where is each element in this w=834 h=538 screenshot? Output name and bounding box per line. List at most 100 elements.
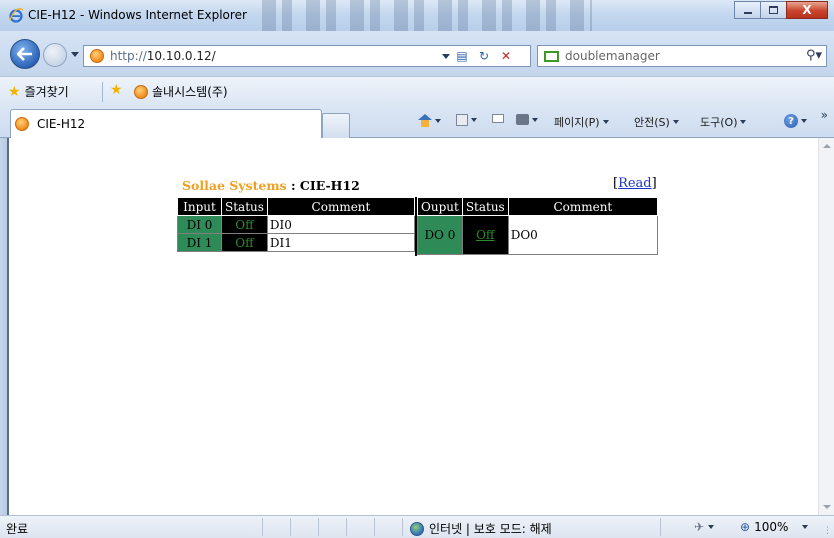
address-url[interactable]: http://10.10.0.12/ xyxy=(110,49,216,63)
read-mail-button[interactable] xyxy=(492,114,504,123)
search-input[interactable]: doublemanager xyxy=(565,49,660,63)
tools-menu-label: 도구(O) xyxy=(700,116,738,129)
feeds-button[interactable] xyxy=(456,114,477,126)
status-separator xyxy=(290,518,291,536)
back-arrow-icon xyxy=(17,47,32,61)
resize-grip-icon[interactable]: ⋮ xyxy=(823,526,832,536)
tools-menu[interactable]: 도구(O) xyxy=(700,114,747,130)
recent-pages-dropdown[interactable] xyxy=(71,52,79,57)
column-header-output: Ouput xyxy=(417,197,463,216)
safety-menu-label: 안전(S) xyxy=(634,116,670,129)
scroll-down-arrow-icon[interactable] xyxy=(823,505,831,509)
brand-name: Sollae Systems xyxy=(182,178,287,193)
tools-menu-dropdown-icon xyxy=(740,120,747,124)
url-scheme: http:// xyxy=(110,49,147,63)
table-row: DI 1 Off DI1 xyxy=(177,233,416,252)
globe-icon xyxy=(410,521,424,536)
title-bar-background xyxy=(262,0,592,31)
security-zone[interactable]: 인터넷 | 보호 모드: 해제 xyxy=(410,520,552,537)
status-separator xyxy=(402,518,403,536)
home-button[interactable] xyxy=(418,114,441,127)
minimize-icon xyxy=(743,12,752,14)
output-comment: DO0 xyxy=(507,215,659,255)
new-tab-button[interactable] xyxy=(322,113,350,138)
protected-mode-button[interactable]: ✈ xyxy=(694,520,715,534)
page-content: Sollae Systems : CIE-H12 [Read] Input St… xyxy=(9,138,818,515)
help-icon: ? xyxy=(784,114,798,128)
add-to-favorites-bar-button[interactable]: ★ xyxy=(110,83,123,97)
read-link-wrapper: [Read] xyxy=(613,176,657,191)
zoom-level: 100% xyxy=(754,520,789,534)
title-bar: CIE-H12 - Windows Internet Explorer X xyxy=(0,0,834,31)
refresh-icon[interactable]: ↻ xyxy=(476,48,492,64)
search-icon[interactable]: ⚲▾ xyxy=(806,48,822,63)
column-header-comment: Comment xyxy=(507,197,659,216)
address-bar[interactable]: http://10.10.0.12/ ▤ ↻ ✕ xyxy=(83,45,531,67)
search-box[interactable]: doublemanager ⚲▾ xyxy=(537,45,827,67)
feeds-dropdown-icon[interactable] xyxy=(471,118,477,122)
address-dropdown-icon[interactable] xyxy=(442,54,450,59)
security-zone-label: 인터넷 | 보호 모드: 해제 xyxy=(429,522,552,536)
search-provider-icon xyxy=(544,51,559,62)
minimize-button[interactable] xyxy=(734,1,760,19)
zoom-icon: ⊕ xyxy=(740,520,751,534)
output-status-cell: Off xyxy=(461,215,509,255)
favorite-link-sollae[interactable]: 솔내시스템(주) xyxy=(134,83,228,100)
column-header-status: Status xyxy=(461,197,509,216)
print-icon xyxy=(516,114,529,125)
page-menu-dropdown-icon xyxy=(602,120,609,124)
close-button[interactable]: X xyxy=(786,1,828,19)
status-separator xyxy=(374,518,375,536)
window-controls: X xyxy=(734,1,828,19)
tab-bar: CIE-H12 페이지(P) 안전(S) 도구(O) ? » xyxy=(0,106,834,138)
read-link[interactable]: Read xyxy=(618,176,652,191)
home-dropdown-icon[interactable] xyxy=(435,118,441,123)
more-commands-chevron-icon[interactable]: » xyxy=(821,108,828,122)
input-table: Input Status Comment DI 0 Off DI0 DI 1 O… xyxy=(177,197,416,252)
window-left-edge xyxy=(0,138,9,515)
page-menu[interactable]: 페이지(P) xyxy=(554,114,609,130)
help-menu[interactable]: ? xyxy=(784,114,807,128)
maximize-button[interactable] xyxy=(760,1,786,19)
column-header-comment: Comment xyxy=(266,197,416,216)
compatibility-view-icon[interactable]: ▤ xyxy=(454,48,470,64)
scroll-up-arrow-icon[interactable] xyxy=(823,144,831,148)
safety-menu[interactable]: 안전(S) xyxy=(634,114,679,130)
close-icon: X xyxy=(802,3,812,17)
vertical-scrollbar[interactable] xyxy=(818,138,834,515)
column-header-status: Status xyxy=(221,197,268,216)
back-button[interactable] xyxy=(10,39,40,69)
favorites-button[interactable]: ★ 즐겨찾기 xyxy=(8,83,69,100)
favorites-label: 즐겨찾기 xyxy=(24,85,69,99)
forward-button[interactable] xyxy=(43,43,67,67)
input-comment: DI1 xyxy=(266,233,416,252)
input-status: Off xyxy=(221,233,268,252)
site-favicon-icon xyxy=(134,84,148,99)
internet-explorer-icon xyxy=(9,8,24,23)
model-name: : CIE-H12 xyxy=(286,178,360,193)
print-dropdown-icon[interactable] xyxy=(532,117,538,122)
favorites-bar: ★ 즐겨찾기 ★ 솔내시스템(주) xyxy=(0,76,834,106)
tab-label: CIE-H12 xyxy=(37,117,86,131)
home-icon xyxy=(418,114,432,127)
favorites-star-icon: ★ xyxy=(8,83,21,100)
zoom-button[interactable]: ⊕ 100% xyxy=(740,520,809,534)
sound-icon: ✈ xyxy=(694,520,705,534)
tab-favicon-icon xyxy=(15,117,29,131)
tab-cie-h12[interactable]: CIE-H12 xyxy=(10,109,322,138)
navigation-bar: http://10.10.0.12/ ▤ ↻ ✕ doublemanager ⚲… xyxy=(0,31,834,76)
read-bracket-close: ] xyxy=(651,176,657,191)
stop-icon[interactable]: ✕ xyxy=(498,48,514,64)
print-button[interactable] xyxy=(516,114,538,125)
url-host: 10.10.0.12/ xyxy=(146,49,216,63)
safety-menu-dropdown-icon xyxy=(672,120,679,124)
input-channel: DI 0 xyxy=(177,215,222,234)
status-separator xyxy=(318,518,319,536)
add-favorite-icon: ★ xyxy=(110,82,123,98)
page-title: Sollae Systems : CIE-H12 xyxy=(182,178,360,193)
input-table-header: Input Status Comment xyxy=(177,197,416,216)
output-toggle-link[interactable]: Off xyxy=(476,228,494,242)
help-dropdown-icon xyxy=(801,119,807,123)
input-channel: DI 1 xyxy=(177,233,222,252)
table-row: DI 0 Off DI0 xyxy=(177,215,416,234)
